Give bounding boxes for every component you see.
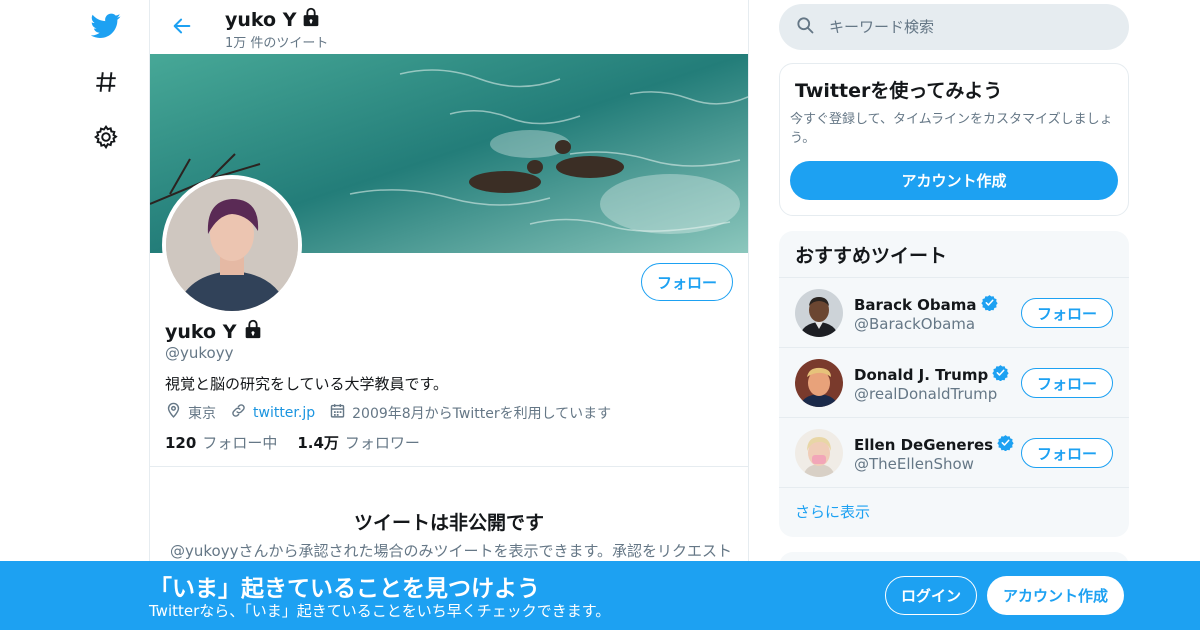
following-count: 120 <box>165 434 197 452</box>
avatar[interactable] <box>795 359 843 407</box>
followers-label: フォロワー <box>344 434 420 452</box>
account-name-text: Ellen DeGeneres <box>854 435 994 454</box>
account-handle: @BarackObama <box>854 315 976 333</box>
recommended-account[interactable]: Barack Obama @BarackObama フォロー <box>779 277 1129 347</box>
verified-badge-icon <box>980 294 998 315</box>
followers-stat[interactable]: 1.4万 フォロワー <box>297 432 420 453</box>
follow-button[interactable]: フォロー <box>641 263 733 301</box>
private-title: ツイートは非公開です <box>353 512 544 534</box>
website[interactable]: twitter.jp <box>230 402 315 423</box>
private-description: @yukoyyさんから承認された場合のみツイートを表示できます。承認をリクエスト <box>170 542 730 560</box>
show-more-link[interactable]: さらに表示 <box>795 501 870 522</box>
divider <box>150 466 748 467</box>
follow-button[interactable]: フォロー <box>1021 298 1113 328</box>
account-handle: @realDonaldTrump <box>854 385 998 403</box>
location-pin-icon <box>165 402 182 423</box>
signup-card: Twitterを使ってみよう 今すぐ登録して、タイムラインをカスタマイズしましょ… <box>779 63 1129 216</box>
follow-button[interactable]: フォロー <box>1021 438 1113 468</box>
search-input[interactable] <box>829 18 1099 36</box>
follow-stats: 120 フォロー中 1.4万 フォロワー <box>165 432 420 453</box>
join-date-text: 2009年8月からTwitterを利用しています <box>352 405 612 422</box>
create-account-button[interactable]: アカウント作成 <box>987 576 1124 615</box>
link-icon <box>230 402 247 423</box>
follow-button[interactable]: フォロー <box>1021 368 1113 398</box>
website-link[interactable]: twitter.jp <box>253 405 315 421</box>
profile-header: yuko Y 1万 件のツイート <box>150 0 748 54</box>
profile-handle: @yukoyy <box>165 344 234 362</box>
tweet-count: 1万 件のツイート <box>225 36 329 51</box>
login-button[interactable]: ログイン <box>885 576 977 615</box>
profile-column: yuko Y 1万 件のツイート フォロー yuko Y @yukoyy 視覚と… <box>149 0 749 630</box>
signup-banner: 「いま」起きていることを見つけよう Twitterなら、「いま」起きていることを… <box>0 561 1200 630</box>
recommended-account[interactable]: Donald J. Trump @realDonaldTrump フォロー <box>779 347 1129 417</box>
hashtag-icon[interactable] <box>90 66 122 98</box>
account-name-text: Donald J. Trump <box>854 365 989 384</box>
banner-subtitle: Twitterなら、「いま」起きていることをいち早くチェックできます。 <box>149 602 611 620</box>
search-icon <box>795 15 815 39</box>
location-text: 東京 <box>188 405 216 422</box>
profile-avatar[interactable] <box>162 175 302 315</box>
signup-card-description: 今すぐ登録して、タイムラインをカスタマイズしましょう。 <box>790 112 1113 146</box>
gear-icon[interactable] <box>90 121 122 153</box>
recommended-title: おすすめツイート <box>795 245 948 267</box>
account-handle: @TheEllenShow <box>854 455 974 473</box>
twitter-logo-icon[interactable] <box>90 10 122 42</box>
join-date: 2009年8月からTwitterを利用しています <box>329 402 611 423</box>
calendar-icon <box>329 402 346 423</box>
recommended-card: おすすめツイート Barack Obama @BarackObama フォロー … <box>779 231 1129 537</box>
profile-name-text: yuko Y <box>165 320 237 343</box>
banner-title: 「いま」起きていることを見つけよう <box>149 576 540 602</box>
signup-card-title: Twitterを使ってみよう <box>795 80 1003 102</box>
lock-icon <box>242 318 264 345</box>
location: 東京 <box>165 402 216 423</box>
create-account-button[interactable]: アカウント作成 <box>790 161 1118 200</box>
search-box[interactable] <box>779 4 1129 50</box>
verified-badge-icon <box>997 434 1014 455</box>
lock-icon <box>300 6 322 33</box>
profile-name: yuko Y <box>165 318 264 345</box>
account-name: Ellen DeGeneres <box>854 434 1014 455</box>
header-name: yuko Y <box>225 6 322 33</box>
following-label: フォロー中 <box>202 434 278 452</box>
avatar[interactable] <box>795 429 843 477</box>
profile-meta: 東京 twitter.jp 2009年8月からTwitterを利用しています <box>165 402 617 423</box>
header-name-text: yuko Y <box>225 8 297 31</box>
followers-count: 1.4万 <box>297 434 339 452</box>
verified-badge-icon <box>992 364 1009 385</box>
account-name-text: Barack Obama <box>854 295 977 314</box>
account-name: Donald J. Trump <box>854 364 1009 385</box>
avatar[interactable] <box>795 289 843 337</box>
profile-bio: 視覚と脳の研究をしている大学教員です。 <box>165 375 449 393</box>
back-arrow-icon[interactable] <box>168 12 196 40</box>
account-name: Barack Obama <box>854 294 998 315</box>
recommended-account[interactable]: Ellen DeGeneres @TheEllenShow フォロー <box>779 417 1129 487</box>
following-stat[interactable]: 120 フォロー中 <box>165 432 277 453</box>
